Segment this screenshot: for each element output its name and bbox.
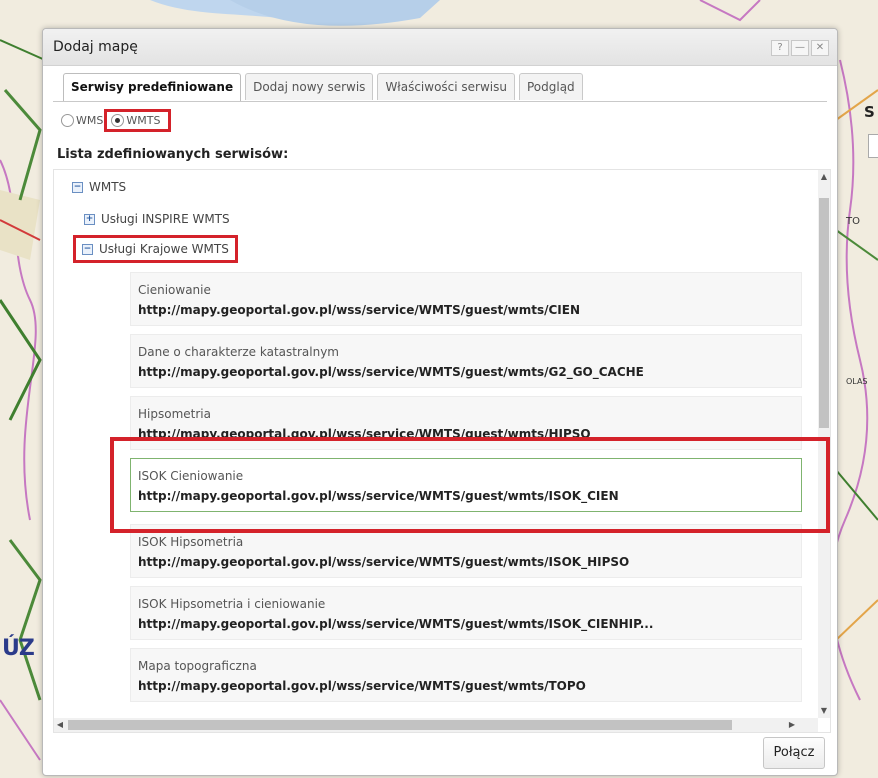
scroll-left-icon[interactable]: ◀ bbox=[54, 718, 66, 732]
scroll-up-icon[interactable]: ▲ bbox=[818, 170, 830, 184]
radio-wmts-label[interactable]: WMTS bbox=[126, 114, 160, 127]
close-icon[interactable]: ✕ bbox=[811, 40, 829, 56]
horizontal-scrollbar[interactable]: ◀ ▶ bbox=[54, 718, 818, 732]
radio-wms[interactable] bbox=[61, 113, 74, 127]
dialog-titlebar[interactable]: Dodaj mapę ? — ✕ bbox=[43, 29, 837, 66]
service-name: Cieniowanie bbox=[138, 283, 211, 297]
tab-add-new-service[interactable]: Dodaj nowy serwis bbox=[245, 73, 374, 100]
tabs-divider bbox=[53, 101, 827, 102]
tab-preview[interactable]: Podgląd bbox=[518, 73, 583, 100]
service-name: ISOK Cieniowanie bbox=[138, 469, 244, 483]
map-panel-input[interactable] bbox=[868, 134, 878, 158]
service-tree-panel: − WMTS + Usługi INSPIRE WMTS − Usługi Kr… bbox=[53, 169, 831, 733]
service-item-selected[interactable]: ISOK Cieniowanie http://mapy.geoportal.g… bbox=[130, 458, 802, 512]
tree-group-inspire[interactable]: + Usługi INSPIRE WMTS bbox=[84, 212, 230, 226]
service-name: ISOK Hipsometria bbox=[138, 535, 244, 549]
tree-group-inspire-label: Usługi INSPIRE WMTS bbox=[101, 212, 230, 226]
tab-service-properties[interactable]: Właściwości serwisu bbox=[377, 73, 515, 100]
vertical-scroll-thumb[interactable] bbox=[819, 198, 829, 428]
service-url: http://mapy.geoportal.gov.pl/wss/service… bbox=[138, 303, 581, 317]
service-item[interactable]: Dane o charakterze katastralnym http://m… bbox=[130, 334, 802, 388]
service-url: http://mapy.geoportal.gov.pl/wss/service… bbox=[138, 617, 654, 631]
radio-wmts-highlight: WMTS bbox=[104, 108, 172, 132]
service-name: ISOK Hipsometria i cieniowanie bbox=[138, 597, 326, 611]
tab-predefined-services[interactable]: Serwisy predefiniowane bbox=[63, 73, 242, 102]
service-name: Dane o charakterze katastralnym bbox=[138, 345, 339, 359]
tree-root-label: WMTS bbox=[89, 180, 127, 194]
dialog-title: Dodaj mapę bbox=[53, 39, 138, 55]
add-map-dialog: Dodaj mapę ? — ✕ Serwisy predefiniowane … bbox=[42, 28, 838, 776]
collapse-icon[interactable]: − bbox=[72, 181, 83, 193]
service-url: http://mapy.geoportal.gov.pl/wss/service… bbox=[138, 489, 619, 503]
service-url: http://mapy.geoportal.gov.pl/wss/service… bbox=[138, 427, 591, 441]
tree-group-krajowe-label: Usługi Krajowe WMTS bbox=[99, 242, 229, 256]
service-name: Hipsometria bbox=[138, 407, 211, 421]
radio-wms-label[interactable]: WMS bbox=[76, 114, 103, 127]
service-url: http://mapy.geoportal.gov.pl/wss/service… bbox=[138, 679, 586, 693]
expand-icon[interactable]: + bbox=[84, 213, 95, 225]
service-list-heading: Lista zdefiniowanych serwisów: bbox=[57, 147, 289, 162]
help-icon[interactable]: ? bbox=[771, 40, 789, 56]
map-panel-label: S bbox=[864, 103, 875, 121]
tree-root-wmts[interactable]: − WMTS bbox=[72, 180, 126, 194]
service-item[interactable]: Cieniowanie http://mapy.geoportal.gov.pl… bbox=[130, 272, 802, 326]
collapse-icon[interactable]: − bbox=[82, 243, 93, 255]
radio-wmts[interactable] bbox=[111, 113, 125, 127]
scroll-right-icon[interactable]: ▶ bbox=[786, 718, 798, 732]
minimize-icon[interactable]: — bbox=[791, 40, 809, 56]
tree-group-krajowe[interactable]: − Usługi Krajowe WMTS bbox=[73, 235, 238, 263]
scroll-down-icon[interactable]: ▼ bbox=[818, 704, 830, 718]
vertical-scrollbar[interactable]: ▲ ▼ bbox=[818, 170, 830, 718]
service-url: http://mapy.geoportal.gov.pl/wss/service… bbox=[138, 365, 644, 379]
map-place-label-olas: OLAS bbox=[846, 377, 868, 386]
horizontal-scroll-thumb[interactable] bbox=[68, 720, 732, 730]
service-item[interactable]: ISOK Hipsometria i cieniowanie http://ma… bbox=[130, 586, 802, 640]
map-place-label: ÚZ bbox=[2, 636, 35, 661]
service-name: Mapa topograficzna bbox=[138, 659, 257, 673]
window-controls: ? — ✕ bbox=[771, 40, 829, 56]
service-item[interactable]: Hipsometria http://mapy.geoportal.gov.pl… bbox=[130, 396, 802, 450]
service-item[interactable]: Mapa topograficzna http://mapy.geoportal… bbox=[130, 648, 802, 702]
connect-button[interactable]: Połącz bbox=[763, 737, 825, 769]
service-url: http://mapy.geoportal.gov.pl/wss/service… bbox=[138, 555, 630, 569]
service-type-radio-group: WMS WMTS bbox=[61, 108, 172, 132]
tab-bar: Serwisy predefiniowane Dodaj nowy serwis… bbox=[63, 73, 583, 102]
service-item[interactable]: ISOK Hipsometria http://mapy.geoportal.g… bbox=[130, 524, 802, 578]
map-place-label-to: TO bbox=[846, 216, 860, 227]
